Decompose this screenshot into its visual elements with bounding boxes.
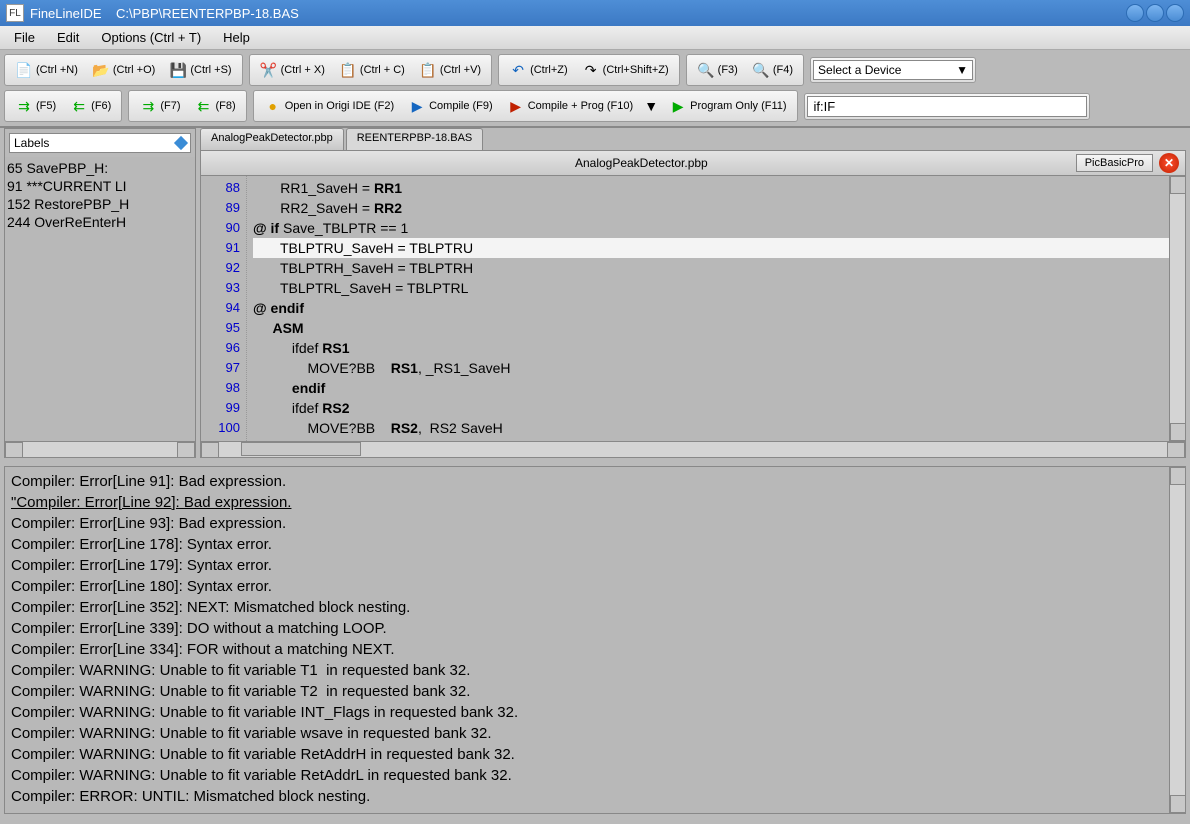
magnifier-icon: 🔍 [697, 61, 715, 79]
play-blue-icon: ▶ [408, 97, 426, 115]
step-icon: ⇇ [195, 97, 213, 115]
open-button[interactable]: 📂(Ctrl +O) [87, 58, 160, 82]
device-select-label: Select a Device [818, 63, 901, 77]
side-horizontal-scrollbar[interactable] [5, 441, 195, 457]
close-x-icon: ✕ [1164, 156, 1174, 170]
output-line: Compiler: Error[Line 91]: Bad expression… [11, 471, 1163, 492]
redo-button[interactable]: ↷(Ctrl+Shift+Z) [577, 58, 674, 82]
menubar: File Edit Options (Ctrl + T) Help [0, 26, 1190, 50]
step-button-f7[interactable]: ⇉(F7) [134, 94, 185, 118]
compiler-output[interactable]: Compiler: Error[Line 91]: Bad expression… [5, 467, 1169, 813]
new-file-icon: 📄 [15, 61, 33, 79]
editor-area: AnalogPeakDetector.pbp REENTERPBP-18.BAS… [200, 128, 1186, 458]
chevron-down-icon: ▼ [956, 63, 968, 77]
side-panel: Labels 65 SavePBP_H: 91 ***CURRENT LI 15… [4, 128, 196, 458]
list-item[interactable]: 152 RestorePBP_H [7, 195, 193, 213]
output-line: Compiler: WARNING: Unable to fit variabl… [11, 744, 1163, 765]
output-line: Compiler: Error[Line 178]: Syntax error. [11, 534, 1163, 555]
labels-combo[interactable]: Labels [9, 133, 191, 153]
step-icon: ⇉ [15, 97, 33, 115]
if-textbox[interactable]: if:IF [807, 96, 1087, 117]
step-button-f8[interactable]: ⇇(F8) [190, 94, 241, 118]
editor-vertical-scrollbar[interactable] [1169, 176, 1185, 441]
magnifier-next-icon: 🔍 [752, 61, 770, 79]
list-item[interactable]: 91 ***CURRENT LI [7, 177, 193, 195]
app-icon: FL [6, 4, 24, 22]
line-gutter: 888990919293949596979899100 [201, 176, 247, 441]
output-line: Compiler: ERROR: UNTIL: Mismatched block… [11, 786, 1163, 807]
menu-edit[interactable]: Edit [47, 28, 89, 47]
output-line: Compiler: Error[Line 352]: NEXT: Mismatc… [11, 597, 1163, 618]
output-line: Compiler: WARNING: Unable to fit variabl… [11, 702, 1163, 723]
play-red-icon: ▶ [507, 97, 525, 115]
step-icon: ⇇ [70, 97, 88, 115]
new-button[interactable]: 📄(Ctrl +N) [10, 58, 83, 82]
dropdown-arrow-icon[interactable]: ▼ [642, 97, 660, 115]
paste-icon: 📋 [419, 61, 437, 79]
editor-filename: AnalogPeakDetector.pbp [207, 156, 1076, 170]
scissors-icon: ✂️ [260, 61, 278, 79]
language-button[interactable]: PicBasicPro [1076, 154, 1153, 172]
program-only-button[interactable]: ▶Program Only (F11) [664, 94, 791, 118]
output-line: "Compiler: Error[Line 92]: Bad expressio… [11, 492, 1163, 513]
window-title: FineLineIDE C:\PBP\REENTERPBP-18.BAS [30, 6, 299, 21]
compile-prog-button[interactable]: ▶Compile + Prog (F10) [502, 94, 638, 118]
device-select[interactable]: Select a Device ▼ [813, 60, 973, 80]
circle-yellow-icon: ● [264, 97, 282, 115]
undo-icon: ↶ [509, 61, 527, 79]
close-window-button[interactable] [1166, 4, 1184, 22]
findnext-button[interactable]: 🔍(F4) [747, 58, 798, 82]
labels-combo-text: Labels [14, 136, 49, 150]
maximize-button[interactable] [1146, 4, 1164, 22]
scrollbar-thumb[interactable] [241, 442, 361, 456]
play-green-icon: ▶ [669, 97, 687, 115]
list-item[interactable]: 65 SavePBP_H: [7, 159, 193, 177]
cut-button[interactable]: ✂️(Ctrl + X) [255, 58, 330, 82]
output-line: Compiler: WARNING: Unable to fit variabl… [11, 765, 1163, 786]
editor-horizontal-scrollbar[interactable] [200, 442, 1186, 458]
tab-analogpeak[interactable]: AnalogPeakDetector.pbp [200, 128, 344, 150]
step-button-f5[interactable]: ⇉(F5) [10, 94, 61, 118]
save-button[interactable]: 💾(Ctrl +S) [164, 58, 236, 82]
menu-file[interactable]: File [4, 28, 45, 47]
menu-options[interactable]: Options (Ctrl + T) [91, 28, 211, 47]
menu-help[interactable]: Help [213, 28, 260, 47]
open-folder-icon: 📂 [92, 61, 110, 79]
output-line: Compiler: Error[Line 180]: Syntax error. [11, 576, 1163, 597]
minimize-button[interactable] [1126, 4, 1144, 22]
output-line: Compiler: Error[Line 179]: Syntax error. [11, 555, 1163, 576]
output-vertical-scrollbar[interactable] [1169, 467, 1185, 813]
find-button[interactable]: 🔍(F3) [692, 58, 743, 82]
copy-button[interactable]: 📋(Ctrl + C) [334, 58, 410, 82]
copy-icon: 📋 [339, 61, 357, 79]
code-editor[interactable]: RR1_SaveH = RR1 RR2_SaveH = RR2 @ if Sav… [247, 176, 1169, 441]
save-disk-icon: 💾 [169, 61, 187, 79]
step-button-f6[interactable]: ⇇(F6) [65, 94, 116, 118]
undo-button[interactable]: ↶(Ctrl+Z) [504, 58, 573, 82]
output-line: Compiler: Error[Line 334]: FOR without a… [11, 639, 1163, 660]
list-item[interactable]: 244 OverReEnterH [7, 213, 193, 231]
editor-header: AnalogPeakDetector.pbp PicBasicPro ✕ [200, 150, 1186, 176]
step-icon: ⇉ [139, 97, 157, 115]
redo-icon: ↷ [582, 61, 600, 79]
diamond-icon [174, 136, 188, 150]
tab-reenterpbp[interactable]: REENTERPBP-18.BAS [346, 128, 484, 150]
titlebar: FL FineLineIDE C:\PBP\REENTERPBP-18.BAS [0, 0, 1190, 26]
output-line: Compiler: Error[Line 339]: DO without a … [11, 618, 1163, 639]
paste-button[interactable]: 📋(Ctrl +V) [414, 58, 486, 82]
close-editor-button[interactable]: ✕ [1159, 153, 1179, 173]
labels-list[interactable]: 65 SavePBP_H: 91 ***CURRENT LI 152 Resto… [5, 157, 195, 441]
compile-button[interactable]: ▶Compile (F9) [403, 94, 498, 118]
output-line: Compiler: Error[Line 93]: Bad expression… [11, 513, 1163, 534]
output-line: Compiler: WARNING: Unable to fit variabl… [11, 681, 1163, 702]
toolbar-area: 📄(Ctrl +N) 📂(Ctrl +O) 💾(Ctrl +S) ✂️(Ctrl… [0, 50, 1190, 128]
output-line: Compiler: WARNING: Unable to fit variabl… [11, 660, 1163, 681]
open-ide-button[interactable]: ●Open in Origi IDE (F2) [259, 94, 399, 118]
output-panel: Compiler: Error[Line 91]: Bad expression… [4, 466, 1186, 814]
output-line: Compiler: WARNING: Unable to fit variabl… [11, 723, 1163, 744]
